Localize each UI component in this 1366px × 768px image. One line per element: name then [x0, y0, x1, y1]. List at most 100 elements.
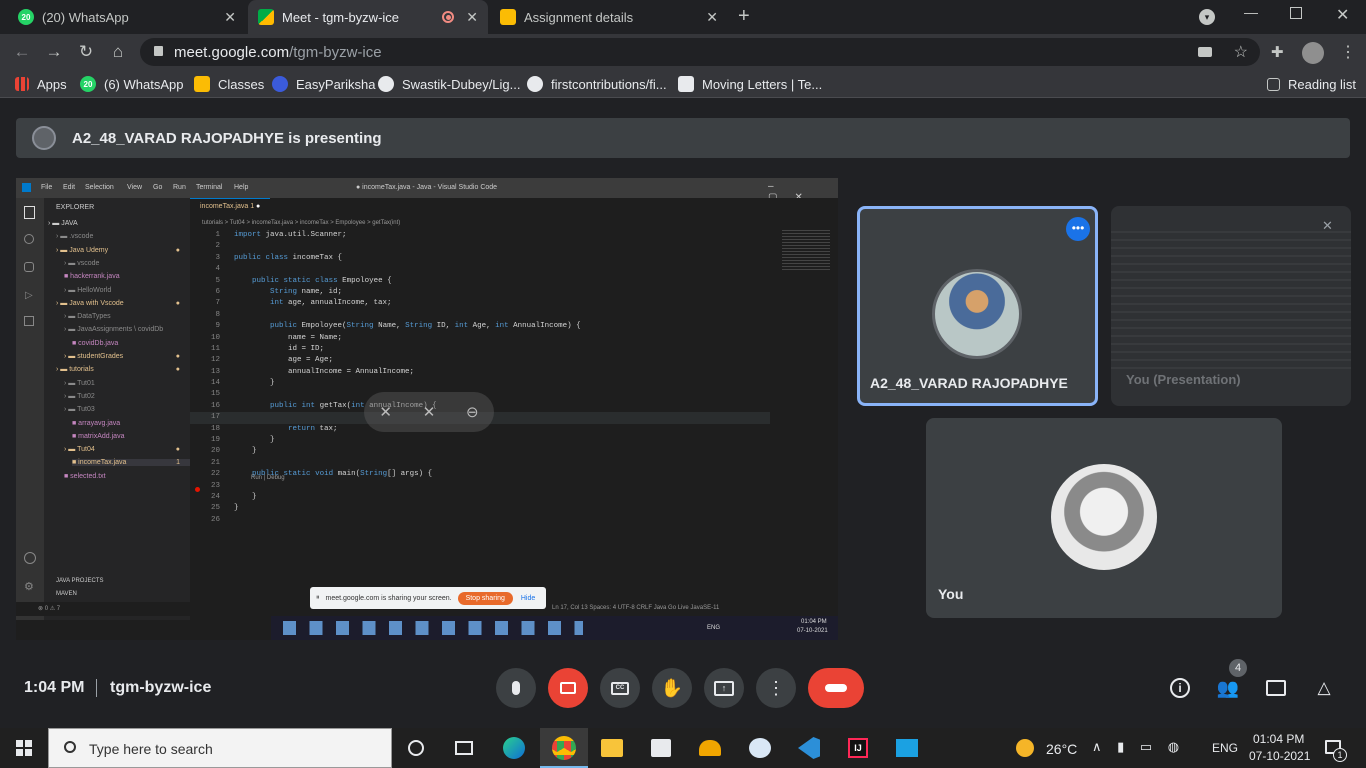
line-number: 3 — [215, 253, 220, 262]
code-text: } — [234, 492, 257, 501]
more-vert-icon: ⋮ — [767, 677, 785, 698]
explorer-item: › ▬ Tut03 — [64, 406, 95, 414]
bookmark-github-lig[interactable]: Swastik-Dubey/Lig... — [378, 75, 521, 93]
bookmark-star-icon[interactable]: ☆ — [1234, 42, 1248, 62]
vscode-menu-selection: Selection — [85, 184, 114, 191]
tab-whatsapp[interactable]: 20 (20) WhatsApp ✕ — [8, 0, 246, 34]
captions-button[interactable]: CC — [600, 668, 640, 708]
explorer-header: EXPLORER — [56, 204, 95, 211]
intellij-icon[interactable]: IJ — [846, 736, 870, 760]
code-text: import java.util.Scanner; — [234, 231, 347, 239]
bookmark-label: Moving Letters | Te... — [702, 76, 823, 92]
explorer-item: › ▬ JAVA — [48, 220, 78, 227]
store-icon[interactable] — [649, 736, 673, 760]
profile-avatar[interactable] — [1302, 42, 1324, 64]
vscode-menu-run: Run — [173, 184, 186, 191]
raise-hand-button[interactable]: ✋ — [652, 668, 692, 708]
bookmark-easypariksha[interactable]: EasyPariksha — [272, 75, 375, 93]
reload-icon[interactable]: ↻ — [75, 41, 97, 63]
taskbar-search-box[interactable]: Type here to search — [48, 728, 392, 768]
bookmark-label: (6) WhatsApp — [104, 76, 184, 92]
microphone-button[interactable] — [496, 668, 536, 708]
code-text: } — [234, 379, 275, 388]
chat-button[interactable] — [1263, 675, 1289, 701]
start-button[interactable] — [16, 740, 32, 756]
photos-icon[interactable] — [895, 736, 919, 760]
tab-label: Meet - tgm-byzw-ice — [282, 9, 400, 25]
leave-call-button[interactable] — [808, 668, 864, 708]
address-bar[interactable]: meet.google.com/tgm-byzw-ice ☆ — [140, 38, 1260, 66]
close-tab-icon[interactable]: ✕ — [224, 9, 236, 26]
browser-menu-icon[interactable]: ⋮ — [1340, 42, 1356, 62]
hang-up-icon — [825, 684, 847, 692]
people-button[interactable]: 👥 4 — [1215, 659, 1247, 701]
presentation-tile[interactable]: ✕ You (Presentation) — [1111, 206, 1351, 406]
explorer-item: › ▬ Tut04 ● — [64, 446, 180, 454]
camera-off-button[interactable] — [548, 668, 588, 708]
close-tab-icon[interactable]: ✕ — [706, 9, 718, 26]
extensions-icon[interactable]: ✚ — [1271, 43, 1284, 61]
activities-button[interactable]: △ — [1311, 675, 1337, 701]
code-line: 25} — [190, 503, 770, 514]
divider — [96, 679, 97, 697]
bookmark-apps[interactable]: Apps — [15, 75, 67, 93]
close-tab-icon[interactable]: ✕ — [466, 9, 478, 26]
cortana-icon[interactable] — [404, 736, 428, 760]
present-now-button[interactable]: ↑ — [704, 668, 744, 708]
self-label: You — [938, 586, 964, 602]
code-area: 1 import java.util.Scanner; 2 3 public class… — [190, 230, 770, 526]
reading-list[interactable]: Reading list — [1267, 75, 1356, 93]
tab-meet[interactable]: Meet - tgm-byzw-ice ✕ — [248, 0, 488, 34]
paint-icon[interactable] — [748, 736, 772, 760]
forward-icon[interactable]: → — [43, 41, 65, 63]
camera-off-icon — [560, 682, 576, 694]
classroom-icon — [500, 9, 516, 25]
inner-clock-date: 07-10-2021 — [797, 628, 828, 634]
line-number: 8 — [215, 310, 220, 319]
minimap — [782, 230, 830, 270]
account-icon — [24, 552, 36, 564]
taskbar-lang[interactable]: ENG — [1212, 741, 1238, 755]
more-options-button[interactable]: ⋮ — [756, 668, 796, 708]
presenter-tile[interactable]: ••• A2_48_VARAD RAJOPADHYE — [857, 206, 1098, 406]
explorer-item-badge: ● — [175, 366, 180, 374]
bookmark-classes[interactable]: Classes — [194, 75, 264, 93]
tile-more-options-icon[interactable]: ••• — [1066, 217, 1090, 241]
tray-icons[interactable]: ∧ ▮ ▭ ◍ — [1092, 739, 1185, 755]
presenting-text: A2_48_VARAD RAJOPADHYE is presenting — [72, 130, 382, 147]
bookmark-moving-letters[interactable]: Moving Letters | Te... — [678, 75, 822, 93]
bookmark-whatsapp[interactable]: 20 (6) WhatsApp — [80, 75, 183, 93]
tab-assignment[interactable]: Assignment details ✕ — [490, 0, 728, 34]
app-icon-6[interactable] — [698, 736, 722, 760]
taskbar-date[interactable]: 07-10-2021 — [1249, 749, 1310, 763]
home-icon[interactable]: ⌂ — [107, 41, 129, 63]
code-text: String name, id; — [270, 287, 343, 296]
code-text: name = Name; — [234, 333, 343, 342]
self-tile[interactable]: You — [926, 418, 1282, 618]
vscode-icon[interactable] — [797, 736, 821, 760]
pause-icon: ⏸ — [316, 594, 320, 601]
new-tab-icon[interactable]: + — [738, 5, 750, 28]
bookmark-firstcontributions[interactable]: firstcontributions/fi... — [527, 75, 667, 93]
bookmark-label: EasyPariksha — [296, 76, 376, 92]
edge-icon[interactable] — [502, 736, 526, 760]
participant-count-badge: 4 — [1229, 659, 1247, 677]
minimize-icon[interactable]: — — [1244, 4, 1258, 20]
explorer-item: › ▬ studentGrades ● — [64, 353, 180, 360]
close-window-icon[interactable]: ✕ — [1336, 5, 1349, 25]
maximize-icon[interactable] — [1290, 7, 1302, 19]
whatsapp-icon: 20 — [18, 9, 34, 25]
file-explorer-icon[interactable] — [600, 736, 624, 760]
code-line: 14 } — [190, 378, 770, 389]
back-icon[interactable]: ← — [11, 41, 33, 63]
task-view-icon[interactable] — [452, 736, 476, 760]
camera-icon[interactable] — [1198, 47, 1212, 57]
weather-temp[interactable]: 26°C — [1046, 741, 1077, 757]
presentation-label: You (Presentation) — [1126, 372, 1241, 387]
meeting-details-button[interactable]: i — [1167, 675, 1193, 701]
chrome-taskbar-icon[interactable] — [540, 728, 588, 768]
taskbar-time[interactable]: 01:04 PM — [1253, 732, 1304, 746]
tab-search-icon[interactable]: ▾ — [1199, 9, 1215, 25]
hide-button: Hide — [520, 594, 536, 602]
presenting-banner: A2_48_VARAD RAJOPADHYE is presenting — [16, 118, 1350, 158]
